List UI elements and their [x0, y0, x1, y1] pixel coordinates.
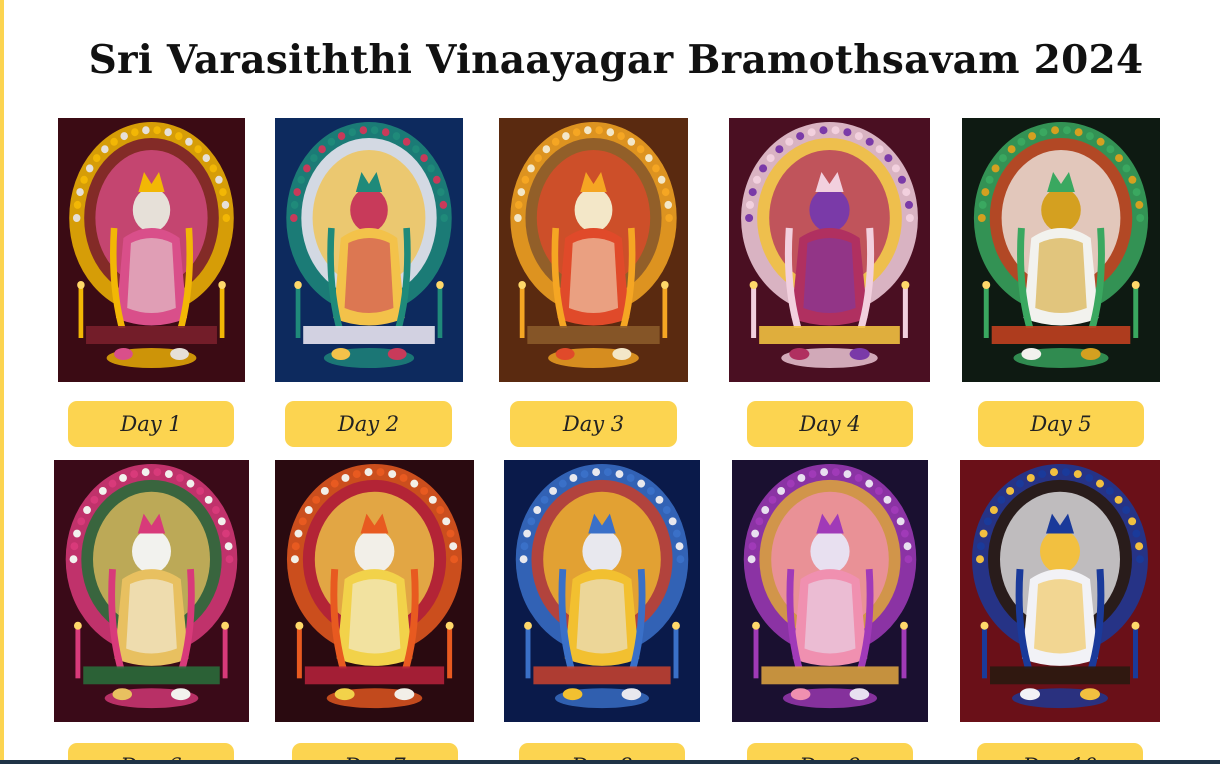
day-1-button[interactable]: Day 1	[68, 401, 234, 447]
deity-photo-image	[58, 118, 245, 382]
deity-photo-image	[54, 460, 249, 722]
day-2-photo[interactable]	[275, 118, 463, 382]
day-1-photo[interactable]	[58, 118, 245, 382]
day-4-button[interactable]: Day 4	[747, 401, 913, 447]
day-5-button[interactable]: Day 5	[978, 401, 1144, 447]
day-3-photo[interactable]	[499, 118, 688, 382]
deity-photo-image	[504, 460, 700, 722]
deity-photo-image	[962, 118, 1160, 382]
day-3-button[interactable]: Day 3	[510, 401, 677, 447]
day-7-photo[interactable]	[275, 460, 474, 722]
deity-photo-image	[275, 118, 463, 382]
left-accent-border	[0, 0, 4, 764]
day-5-photo[interactable]	[962, 118, 1160, 382]
day-9-photo[interactable]	[732, 460, 928, 722]
deity-photo-image	[960, 460, 1160, 722]
day-2-button[interactable]: Day 2	[285, 401, 452, 447]
deity-photo-image	[499, 118, 688, 382]
deity-photo-image	[275, 460, 474, 722]
deity-photo-image	[732, 460, 928, 722]
page-title: Sri Varasiththi Vinaayagar Bramothsavam …	[88, 37, 1144, 83]
footer-strip	[0, 760, 1220, 764]
deity-photo-image	[729, 118, 930, 382]
day-4-photo[interactable]	[729, 118, 930, 382]
day-6-photo[interactable]	[54, 460, 249, 722]
day-8-photo[interactable]	[504, 460, 700, 722]
day-10-photo[interactable]	[960, 460, 1160, 722]
